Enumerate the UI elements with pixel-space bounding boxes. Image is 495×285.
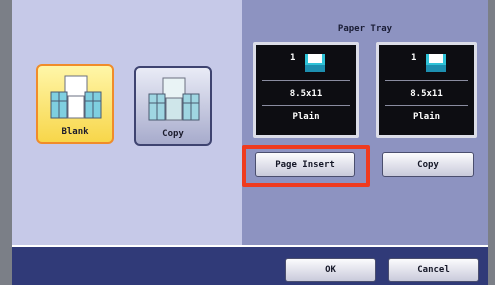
paper-tray-icon: [426, 54, 446, 72]
blank-option-button[interactable]: Blank: [36, 64, 114, 144]
paper-tray-card[interactable]: 1 8.5x11 Plain: [253, 42, 359, 138]
tray-paper-size: 8.5x11: [289, 89, 323, 99]
tray-paper-type: Plain: [412, 112, 441, 122]
ok-button[interactable]: OK: [285, 258, 376, 282]
copy-option-label: Copy: [162, 129, 184, 139]
right-bezel: [488, 0, 495, 285]
paper-tray-card[interactable]: 1 8.5x11 Plain: [376, 42, 477, 138]
paper-tray-icon: [305, 54, 325, 72]
copy-option-button[interactable]: Copy: [134, 66, 212, 146]
stacked-pages-icon: [50, 75, 102, 119]
tray-divider: [385, 80, 468, 81]
left-bezel: [0, 0, 12, 285]
tray-number: 1: [290, 53, 296, 63]
copy-button[interactable]: Copy: [382, 152, 474, 177]
tray-number: 1: [411, 53, 417, 63]
tray-paper-size: 8.5x11: [410, 89, 443, 99]
tray-divider: [262, 80, 350, 81]
blank-option-label: Blank: [61, 127, 89, 137]
page-insert-highlight: [242, 145, 370, 187]
copier-control-screen: Blank Copy Paper Tray 1 8.5x11 Plain 1 8…: [0, 0, 495, 285]
tray-divider: [385, 105, 468, 106]
cancel-button[interactable]: Cancel: [388, 258, 479, 282]
tray-paper-type: Plain: [292, 112, 320, 122]
paper-tray-title: Paper Tray: [337, 24, 393, 34]
tray-divider: [262, 105, 350, 106]
stacked-pages-icon: [148, 77, 200, 121]
